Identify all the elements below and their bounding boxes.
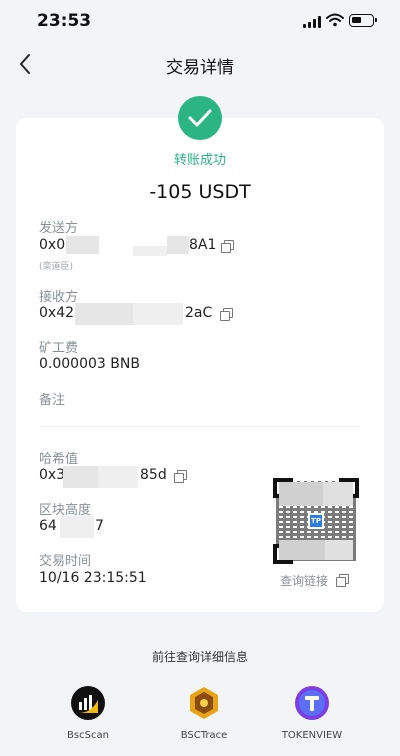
time-label: 交易时间 [39,554,92,569]
explorer-bscscan[interactable]: BscScan [43,686,133,741]
sender-address-redacted [66,236,99,254]
block-height-redacted [60,516,94,538]
hash-redacted [98,466,138,488]
hash-redacted [63,466,98,488]
memo-label: 备注 [39,393,66,408]
fee-label: 矿工费 [39,341,79,356]
query-link-label: 查询链接 [280,574,329,588]
explorer-bsctrace[interactable]: BSCTrace [159,686,249,741]
signal-icon [303,16,321,28]
receiver-address-redacted [133,303,183,325]
copy-sender-icon[interactable] [221,240,234,253]
page-title: 交易详情 [166,58,234,78]
hash-value-start: 0x3 [39,467,66,483]
explorer-name: BSCTrace [180,730,228,741]
receiver-address-redacted [75,303,133,325]
success-check-icon [178,96,222,140]
sender-address-start: 0x0 [39,237,66,253]
qr-redacted [279,540,325,560]
block-height-start: 64 [39,518,57,534]
sender-address-redacted [133,246,167,256]
battery-icon [349,14,377,27]
hash-label: 哈希值 [39,452,79,467]
tp-logo: TP [308,513,324,529]
divider [39,426,359,427]
transaction-amount: -105 USDT [149,181,251,203]
time-value: 10/16 23:15:51 [39,570,147,586]
fee-value: 0.000003 BNB [39,356,140,372]
wifi-icon [326,13,344,27]
query-link[interactable]: 查询链接 [280,572,349,589]
copy-hash-icon[interactable] [174,470,187,483]
sender-label: 发送方 [39,221,79,236]
qr-redacted [325,540,353,560]
qr-redacted [323,482,353,506]
bsctrace-icon [187,686,221,720]
goto-details-text: 前往查询详细信息 [151,650,248,664]
receiver-label: 接收方 [39,290,79,305]
bscscan-icon [71,686,105,720]
tokenview-icon [295,686,329,720]
transaction-status: 转账成功 [173,153,226,168]
status-bar: 23:53 [0,0,400,44]
hash-value-end: 85d [140,467,167,483]
copy-link-icon[interactable] [335,574,349,587]
sender-address-redacted [167,236,189,254]
status-time: 23:53 [37,11,92,31]
explorer-tokenview[interactable]: TOKENVIEW [267,686,357,741]
block-height-end: 7 [95,518,104,534]
sender-note: (栾道臣) [39,262,74,272]
explorer-name: BscScan [67,730,109,741]
sender-address-end: 8A1 [189,237,217,253]
qr-redacted [279,482,323,506]
nav-bar: 交易详情 [0,44,400,84]
receiver-address-start: 0x42 [39,305,75,321]
receiver-address-end: 2aC [185,305,213,321]
qr-code[interactable]: TP [273,478,359,564]
explorer-name: TOKENVIEW [281,730,343,741]
copy-receiver-icon[interactable] [220,308,233,321]
